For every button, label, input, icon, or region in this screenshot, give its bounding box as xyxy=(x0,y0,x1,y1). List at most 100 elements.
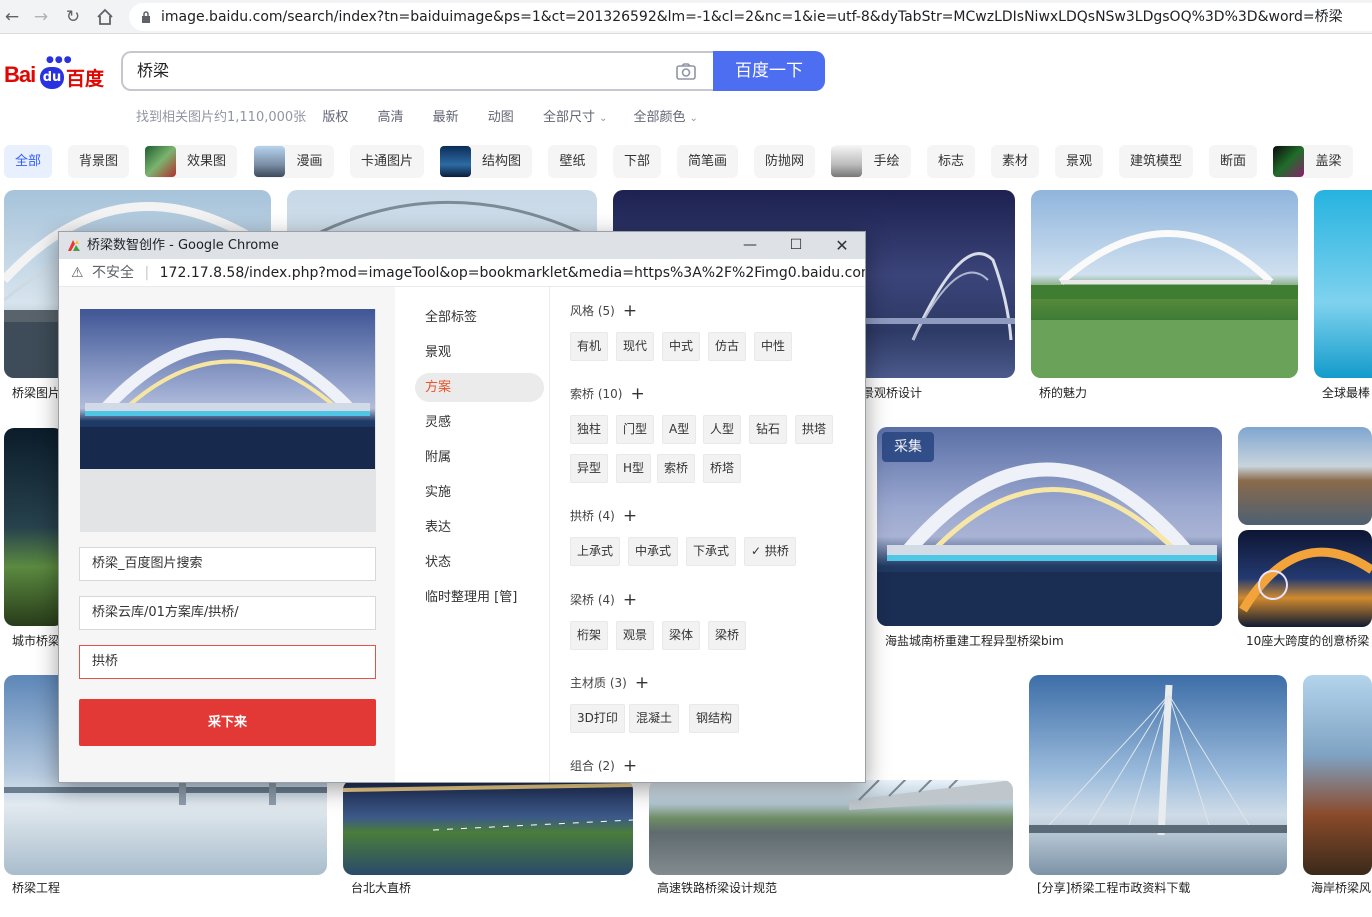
filter-copyright[interactable]: 版权 xyxy=(322,110,348,125)
back-icon[interactable]: ← xyxy=(0,5,24,29)
image-caption[interactable]: 台北大直桥 xyxy=(351,879,411,897)
image-caption[interactable]: 全球最棒 xyxy=(1322,384,1370,402)
tag-chip[interactable]: 观景 xyxy=(616,621,655,650)
home-icon[interactable] xyxy=(93,5,117,29)
image-caption[interactable]: 海岸桥梁风 xyxy=(1311,879,1371,897)
tag-all[interactable]: 全部 xyxy=(4,145,52,178)
nav-item-temp[interactable]: 临时整理用 [管] xyxy=(415,583,544,612)
tag-chip[interactable]: A型 xyxy=(662,415,697,444)
title-field[interactable]: 桥梁_百度图片搜索 xyxy=(79,547,376,581)
tag-item[interactable]: 素材 xyxy=(991,145,1039,178)
filter-animated[interactable]: 动图 xyxy=(488,110,514,125)
tag-item[interactable]: 盖梁 xyxy=(1273,145,1353,178)
filter-latest[interactable]: 最新 xyxy=(433,110,459,125)
plus-icon[interactable]: + xyxy=(623,756,637,776)
collect-badge[interactable]: 采集 xyxy=(882,432,934,462)
forward-icon[interactable]: → xyxy=(29,5,53,29)
tag-item[interactable]: 标志 xyxy=(927,145,975,178)
tag-chip[interactable]: 3D打印 xyxy=(570,704,625,733)
maximize-icon[interactable]: ☐ xyxy=(773,232,819,259)
nav-item-expression[interactable]: 表达 xyxy=(415,513,544,542)
nav-item-scheme[interactable]: 方案 xyxy=(415,373,544,402)
tag-chip[interactable]: 独柱 xyxy=(570,415,609,444)
tag-chip[interactable]: 中性 xyxy=(754,332,793,361)
result-image[interactable] xyxy=(1314,190,1372,378)
popup-address-bar[interactable]: ⚠ 不安全 | 172.17.8.58/index.php?mod=imageT… xyxy=(59,259,865,287)
plus-icon[interactable]: + xyxy=(623,301,637,321)
plus-icon[interactable]: + xyxy=(623,590,637,610)
tag-item[interactable]: 效果图 xyxy=(145,145,237,178)
address-bar[interactable]: image.baidu.com/search/index?tn=baiduima… xyxy=(129,3,1372,31)
image-caption[interactable]: 桥梁图片 xyxy=(12,384,60,402)
tag-chip[interactable]: 现代 xyxy=(616,332,655,361)
tag-item[interactable]: 断面 xyxy=(1209,145,1257,178)
tag-chip[interactable]: 混凝土 xyxy=(629,704,680,733)
tag-chip[interactable]: 桥塔 xyxy=(703,454,742,483)
tag-chip[interactable]: 梁桥 xyxy=(708,621,747,650)
tag-chip[interactable]: 桁架 xyxy=(570,621,609,650)
image-caption[interactable]: 桥的魅力 xyxy=(1039,384,1087,402)
search-input[interactable]: 桥梁 xyxy=(121,51,715,91)
image-caption[interactable]: 桥梁工程 xyxy=(12,879,60,897)
plus-icon[interactable]: + xyxy=(623,506,637,526)
result-image[interactable] xyxy=(343,780,633,875)
filter-hd[interactable]: 高清 xyxy=(377,110,403,125)
result-image[interactable] xyxy=(1303,675,1372,875)
plus-icon[interactable]: + xyxy=(635,673,649,693)
tag-field[interactable]: 拱桥 xyxy=(79,645,376,679)
tag-chip[interactable]: 中式 xyxy=(662,332,701,361)
tag-item[interactable]: 漫画 xyxy=(254,145,334,178)
image-caption[interactable]: 海盐城南桥重建工程异型桥梁bim xyxy=(885,632,1064,650)
result-image[interactable] xyxy=(1031,190,1298,378)
tag-item[interactable]: 卡通图片 xyxy=(350,145,424,178)
tag-chip[interactable]: 有机 xyxy=(570,332,609,361)
close-icon[interactable]: ✕ xyxy=(819,232,865,259)
minimize-icon[interactable]: — xyxy=(727,232,773,259)
result-image[interactable] xyxy=(649,780,1013,875)
path-field[interactable]: 桥梁云库/01方案库/拱桥/ xyxy=(79,596,376,630)
camera-icon[interactable] xyxy=(676,63,696,84)
nav-item-status[interactable]: 状态 xyxy=(415,548,544,577)
image-caption[interactable]: 城市桥梁 xyxy=(12,632,60,650)
tag-item[interactable]: 建筑模型 xyxy=(1119,145,1193,178)
tag-chip-selected[interactable]: ✓ 拱桥 xyxy=(744,537,796,566)
filter-size[interactable]: 全部尺寸 xyxy=(543,110,595,125)
tag-item[interactable]: 背景图 xyxy=(68,145,129,178)
tag-chip[interactable]: 下承式 xyxy=(686,537,737,566)
tag-item[interactable]: 景观 xyxy=(1055,145,1103,178)
nav-item-landscape[interactable]: 景观 xyxy=(415,338,544,367)
image-caption[interactable]: 10座大跨度的创意桥梁 xyxy=(1246,632,1369,650)
tag-item[interactable]: 简笔画 xyxy=(677,145,738,178)
tag-item[interactable]: 下部 xyxy=(613,145,661,178)
nav-item-inspiration[interactable]: 灵感 xyxy=(415,408,544,437)
nav-item-all-tags[interactable]: 全部标签 xyxy=(415,303,544,332)
tag-chip[interactable]: 异型 xyxy=(570,454,609,483)
tag-chip[interactable]: 钢结构 xyxy=(689,704,740,733)
baidu-logo[interactable]: Bai ●●● du 百度 xyxy=(4,55,108,92)
result-image[interactable] xyxy=(1238,530,1372,627)
tag-chip[interactable]: 仿古 xyxy=(708,332,747,361)
nav-item-implementation[interactable]: 实施 xyxy=(415,478,544,507)
filter-color[interactable]: 全部颜色 xyxy=(633,110,685,125)
tag-item[interactable]: 防抛网 xyxy=(754,145,815,178)
grab-button[interactable]: 采下来 xyxy=(79,699,376,746)
tag-chip[interactable]: H型 xyxy=(616,454,652,483)
plus-icon[interactable]: + xyxy=(630,384,644,404)
popup-titlebar[interactable]: 桥梁数智创作 - Google Chrome — ☐ ✕ xyxy=(59,232,865,259)
result-image[interactable] xyxy=(1238,427,1372,525)
tag-item[interactable]: 手绘 xyxy=(831,145,911,178)
image-caption[interactable]: 高速铁路桥梁设计规范 xyxy=(657,879,777,897)
result-image[interactable] xyxy=(1029,675,1287,875)
tag-chip[interactable]: 钻石 xyxy=(749,415,788,444)
tag-chip[interactable]: 梁体 xyxy=(662,621,701,650)
result-image[interactable] xyxy=(4,428,64,626)
tag-chip[interactable]: 上承式 xyxy=(570,537,621,566)
tag-chip[interactable]: 门型 xyxy=(616,415,655,444)
image-caption[interactable]: [分享]桥梁工程市政资料下载 xyxy=(1037,879,1190,897)
image-caption[interactable]: 景观桥设计 xyxy=(862,384,922,402)
tag-item[interactable]: 结构图 xyxy=(440,145,532,178)
tag-item[interactable]: 壁纸 xyxy=(548,145,597,178)
tag-chip[interactable]: 人型 xyxy=(703,415,742,444)
nav-item-accessory[interactable]: 附属 xyxy=(415,443,544,472)
tag-chip[interactable]: 索桥 xyxy=(657,454,696,483)
